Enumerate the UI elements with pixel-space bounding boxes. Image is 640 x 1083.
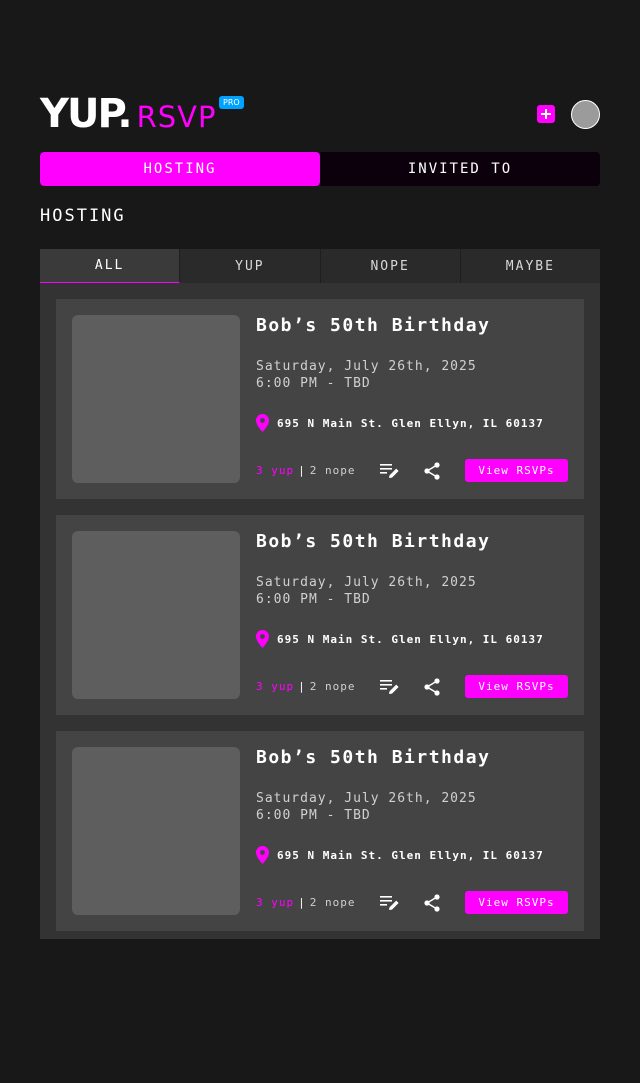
logo-yup: YUP. bbox=[40, 91, 133, 137]
filter-tabs: ALL YUP NOPE MAYBE bbox=[40, 249, 600, 283]
rsvp-counts: 3 yup | 2 nope bbox=[256, 896, 356, 909]
event-image-placeholder[interactable] bbox=[72, 747, 240, 915]
event-address: 695 N Main St. Glen Ellyn, IL 60137 bbox=[277, 848, 544, 862]
event-title[interactable]: Bob’s 50th Birthday bbox=[256, 531, 490, 552]
filter-tab-all[interactable]: ALL bbox=[40, 249, 181, 283]
logo-rsvp: RSVP bbox=[136, 100, 217, 134]
event-time: 6:00 PM - TBD bbox=[256, 592, 371, 607]
app-logo[interactable]: YUP. RSVP bbox=[40, 91, 217, 137]
filter-tab-nope[interactable]: NOPE bbox=[321, 249, 461, 283]
edit-list-icon[interactable] bbox=[380, 678, 400, 696]
event-location: 695 N Main St. Glen Ellyn, IL 60137 bbox=[256, 846, 544, 864]
event-location: 695 N Main St. Glen Ellyn, IL 60137 bbox=[256, 414, 544, 432]
event-card[interactable]: Bob’s 50th Birthday Saturday, July 26th,… bbox=[56, 299, 584, 499]
event-date: Saturday, July 26th, 2025 bbox=[256, 791, 477, 806]
count-separator: | bbox=[298, 680, 306, 693]
yup-count: 3 yup bbox=[256, 680, 295, 693]
share-icon[interactable] bbox=[423, 678, 441, 696]
location-pin-icon bbox=[256, 846, 269, 864]
event-card[interactable]: Bob’s 50th Birthday Saturday, July 26th,… bbox=[56, 515, 584, 715]
yup-count: 3 yup bbox=[256, 896, 295, 909]
location-pin-icon bbox=[256, 414, 269, 432]
nope-count: 2 nope bbox=[309, 896, 356, 909]
count-separator: | bbox=[298, 896, 306, 909]
rsvp-counts: 3 yup | 2 nope bbox=[256, 464, 356, 477]
view-rsvps-button[interactable]: View RSVPs bbox=[465, 675, 568, 698]
share-icon[interactable] bbox=[423, 462, 441, 480]
event-time: 6:00 PM - TBD bbox=[256, 808, 371, 823]
tab-hosting[interactable]: HOSTING bbox=[40, 152, 320, 186]
event-card[interactable]: Bob’s 50th Birthday Saturday, July 26th,… bbox=[56, 731, 584, 931]
yup-count: 3 yup bbox=[256, 464, 295, 477]
event-address: 695 N Main St. Glen Ellyn, IL 60137 bbox=[277, 632, 544, 646]
section-title: HOSTING bbox=[40, 206, 126, 226]
event-date: Saturday, July 26th, 2025 bbox=[256, 359, 477, 374]
event-time: 6:00 PM - TBD bbox=[256, 376, 371, 391]
app-header: YUP. RSVP PRO bbox=[40, 91, 600, 137]
event-address: 695 N Main St. Glen Ellyn, IL 60137 bbox=[277, 416, 544, 430]
nope-count: 2 nope bbox=[309, 680, 356, 693]
filter-tab-yup[interactable]: YUP bbox=[180, 249, 321, 283]
event-footer: 3 yup | 2 nope View RSVPs bbox=[256, 891, 568, 915]
plus-icon bbox=[541, 109, 551, 119]
pro-badge: PRO bbox=[219, 96, 244, 109]
event-image-placeholder[interactable] bbox=[72, 531, 240, 699]
edit-list-icon[interactable] bbox=[380, 894, 400, 912]
event-title[interactable]: Bob’s 50th Birthday bbox=[256, 315, 490, 336]
event-location: 695 N Main St. Glen Ellyn, IL 60137 bbox=[256, 630, 544, 648]
share-icon[interactable] bbox=[423, 894, 441, 912]
event-title[interactable]: Bob’s 50th Birthday bbox=[256, 747, 490, 768]
view-rsvps-button[interactable]: View RSVPs bbox=[465, 459, 568, 482]
rsvp-counts: 3 yup | 2 nope bbox=[256, 680, 356, 693]
event-image-placeholder[interactable] bbox=[72, 315, 240, 483]
event-footer: 3 yup | 2 nope View RSVPs bbox=[256, 459, 568, 483]
tab-invited-to[interactable]: INVITED TO bbox=[320, 152, 600, 186]
main-tabs: HOSTING INVITED TO bbox=[40, 152, 600, 186]
event-footer: 3 yup | 2 nope View RSVPs bbox=[256, 675, 568, 699]
filter-tab-maybe[interactable]: MAYBE bbox=[461, 249, 600, 283]
avatar[interactable] bbox=[571, 100, 600, 129]
event-date: Saturday, July 26th, 2025 bbox=[256, 575, 477, 590]
nope-count: 2 nope bbox=[309, 464, 356, 477]
view-rsvps-button[interactable]: View RSVPs bbox=[465, 891, 568, 914]
edit-list-icon[interactable] bbox=[380, 462, 400, 480]
count-separator: | bbox=[298, 464, 306, 477]
location-pin-icon bbox=[256, 630, 269, 648]
add-event-button[interactable] bbox=[537, 105, 555, 123]
events-panel: ALL YUP NOPE MAYBE Bob’s 50th Birthday S… bbox=[40, 249, 600, 939]
